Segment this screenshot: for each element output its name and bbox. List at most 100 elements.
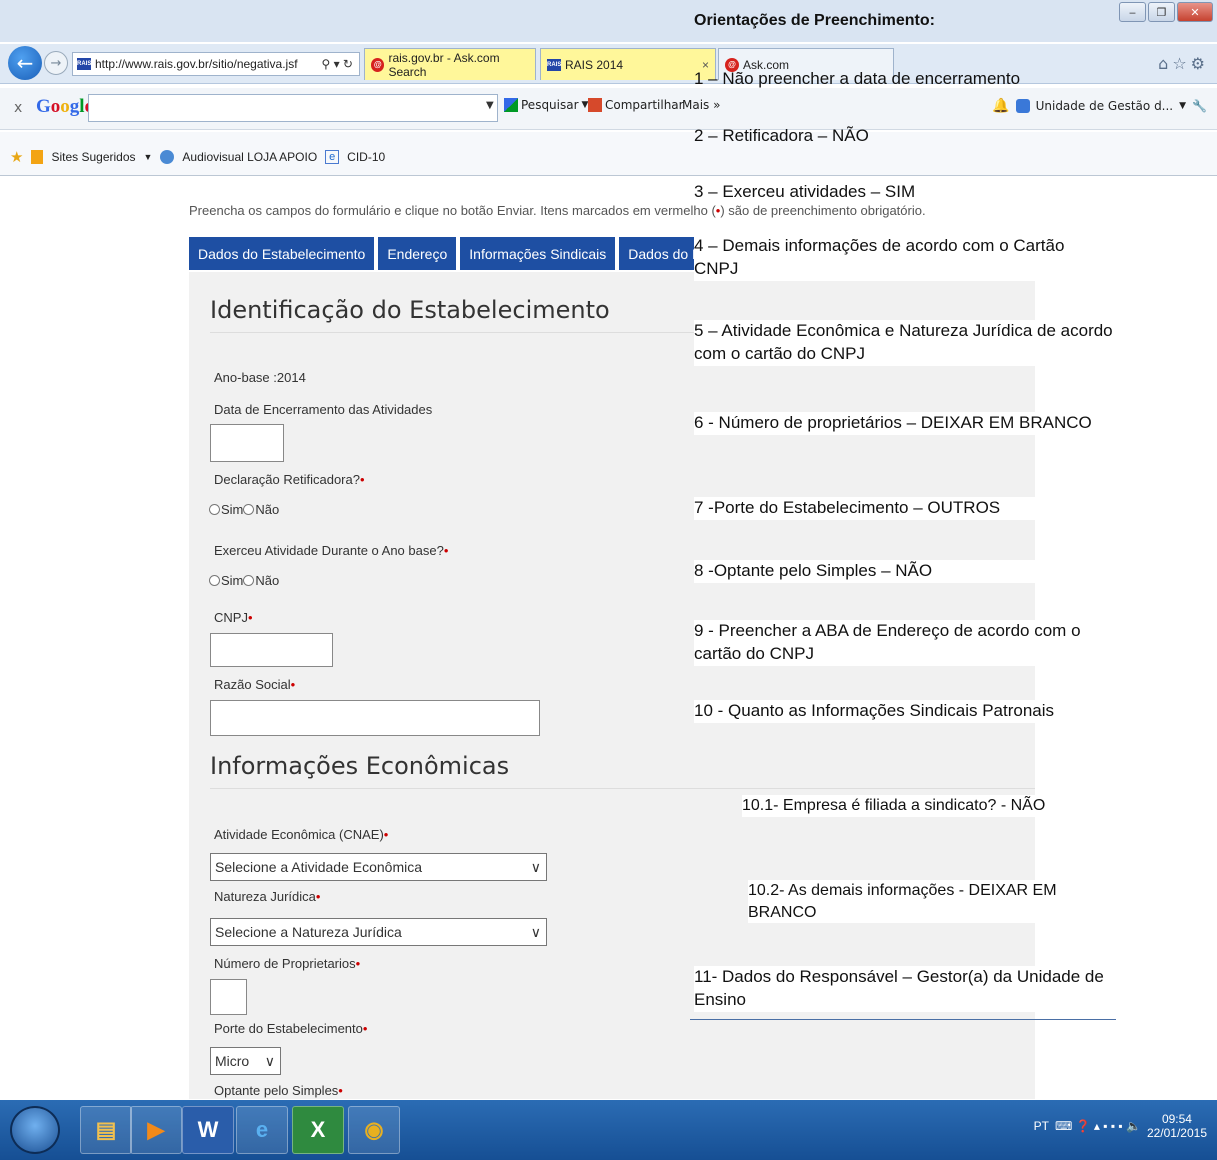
cnpj-label: CNPJ• — [214, 610, 253, 625]
start-button[interactable] — [10, 1106, 60, 1154]
browser-tab-ask-search[interactable]: @ rais.gov.br - Ask.com Search — [364, 48, 536, 80]
required-mark: • — [383, 827, 389, 842]
required-mark: • — [359, 472, 365, 487]
bing-icon — [31, 150, 44, 164]
dropdown-caret-icon[interactable]: ▼ — [486, 100, 494, 111]
required-mark: • — [338, 1083, 343, 1098]
radio-sim-label: Sim — [221, 502, 244, 517]
retificadora-nao-radio[interactable] — [243, 504, 255, 515]
cid-link[interactable]: CID-10 — [347, 150, 385, 164]
search-refresh-icon[interactable]: ⚲ ▾ ↻ — [321, 57, 353, 71]
mais-button[interactable]: Mais » — [682, 98, 720, 112]
natureza-select[interactable]: Selecione a Natureza Jurídica ∨ — [210, 918, 547, 946]
notes-divider — [690, 1019, 1116, 1020]
note-item: 10 - Quanto as Informações Sindicais Pat… — [694, 700, 1074, 723]
porte-selected-value: Micro — [215, 1053, 250, 1069]
person-icon — [1015, 99, 1030, 113]
audiovisual-link[interactable]: Audiovisual LOJA APOIO — [182, 150, 317, 164]
bell-icon[interactable]: 🔔 — [992, 98, 1009, 114]
pesquisar-button[interactable]: Pesquisar ▼ — [504, 98, 588, 112]
browser-tab-label: rais.gov.br - Ask.com Search — [388, 50, 500, 79]
porte-text: Porte do Estabelecimento — [214, 1021, 363, 1036]
retificadora-sim-radio[interactable] — [209, 504, 220, 515]
browser-tab-rais[interactable]: RAIS RAIS 2014 × — [540, 48, 716, 80]
exerceu-label: Exerceu Atividade Durante o Ano base?• — [214, 543, 448, 558]
minimize-button[interactable]: ‒ — [1119, 2, 1146, 22]
rais-favicon-icon: RAIS — [547, 58, 561, 71]
exerceu-nao-radio[interactable] — [243, 575, 255, 586]
close-window-button[interactable]: ✕ — [1177, 2, 1213, 22]
simples-text: Optante pelo Simples — [214, 1083, 339, 1098]
retificadora-label: Declaração Retificadora?• — [214, 472, 365, 487]
note-item: 10.2- As demais informações - DEIXAR EM … — [748, 880, 1128, 924]
compartilhar-label: Compartilhar — [605, 98, 684, 112]
proprietarios-field[interactable] — [210, 979, 247, 1015]
google-account-area[interactable]: 🔔 Unidade de Gestão d... ▼ 🔧 — [992, 98, 1207, 114]
required-mark: • — [290, 677, 296, 692]
compartilhar-button[interactable]: Compartilhar — [588, 98, 684, 112]
porte-select[interactable]: Micro ∨ — [210, 1047, 281, 1075]
required-mark: • — [247, 610, 253, 625]
audiovisual-icon — [160, 150, 175, 164]
chrome-icon[interactable]: ◉ — [348, 1106, 400, 1154]
required-mark: • — [355, 956, 361, 971]
cnpj-text: CNPJ — [214, 610, 248, 625]
tray-icons[interactable]: ⌨ ❓ ▴ ▪ ▪ ▪ 🔈 — [1055, 1119, 1141, 1133]
exerceu-radio-group: Sim Não — [209, 573, 279, 588]
google-logo: Google — [36, 96, 93, 117]
exerceu-sim-radio[interactable] — [209, 575, 220, 586]
razao-text: Razão Social — [214, 677, 291, 692]
sites-sugeridos-link[interactable]: Sites Sugeridos — [51, 150, 135, 164]
atividade-select[interactable]: Selecione a Atividade Econômica ∨ — [210, 853, 547, 881]
address-bar[interactable]: RAIS http://www.rais.gov.br/sitio/negati… — [72, 52, 360, 76]
browser-tab-label: RAIS 2014 — [565, 57, 624, 72]
internet-explorer-icon[interactable]: e — [236, 1106, 288, 1154]
note-item: 9 - Preencher a ABA de Endereço de acord… — [694, 620, 1124, 666]
natureza-label: Natureza Jurídica• — [214, 889, 320, 904]
atividade-label: Atividade Econômica (CNAE)• — [214, 827, 388, 842]
data-encerramento-label: Data de Encerramento das Atividades — [214, 402, 433, 417]
note-item: 5 – Atividade Econômica e Natureza Juríd… — [694, 320, 1124, 366]
clock-time: 09:54 — [1161, 1112, 1192, 1126]
note-item: 11- Dados do Responsável – Gestor(a) da … — [694, 966, 1124, 1012]
word-icon[interactable]: W — [182, 1106, 234, 1154]
data-encerramento-field[interactable] — [210, 424, 284, 462]
window-titlebar — [0, 0, 1217, 42]
maximize-button[interactable]: ❐ — [1148, 2, 1175, 22]
language-indicator[interactable]: PT — [1034, 1119, 1049, 1133]
exerceu-text: Exerceu Atividade Durante o Ano base? — [214, 543, 444, 558]
instructions-text-end: ) são de preenchimento obrigatório. — [720, 203, 926, 218]
razao-social-field[interactable] — [210, 700, 540, 736]
section-title-identificacao: Identificação do Estabelecimento — [210, 296, 610, 324]
close-toolbar-icon[interactable]: x — [14, 100, 22, 116]
section-title-economicas: Informações Econômicas — [210, 752, 510, 780]
wrench-icon[interactable]: 🔧 — [1192, 99, 1207, 113]
ano-base-label: Ano-base :2014 — [214, 370, 306, 385]
porte-label: Porte do Estabelecimento• — [214, 1021, 367, 1036]
form-instructions: Preencha os campos do formulário e cliqu… — [189, 203, 926, 218]
tab-dados-estabelecimento[interactable]: Dados do Estabelecimento — [189, 237, 375, 270]
note-item: 3 – Exerceu atividades – SIM — [694, 182, 916, 201]
required-mark: • — [443, 543, 449, 558]
proprietarios-label: Número de Proprietarios• — [214, 956, 360, 971]
excel-icon[interactable]: X — [292, 1106, 344, 1154]
cnpj-field[interactable] — [210, 633, 333, 667]
mais-label: Mais » — [682, 98, 721, 112]
atividade-selected-value: Selecione a Atividade Econômica — [215, 859, 423, 875]
clock[interactable]: 09:54 22/01/2015 — [1147, 1112, 1207, 1141]
address-url: http://www.rais.gov.br/sitio/negativa.js… — [95, 57, 298, 71]
natureza-text: Natureza Jurídica — [214, 889, 316, 904]
home-star-gear-icons[interactable]: ⌂☆⚙ — [1158, 54, 1209, 73]
pesquisar-label: Pesquisar — [521, 98, 579, 112]
forward-button[interactable]: → — [44, 51, 68, 75]
tab-endereco[interactable]: Endereço — [378, 237, 457, 270]
media-player-icon[interactable]: ▶ — [130, 1106, 182, 1154]
note-item: 1 – Não preencher a data de encerramento — [694, 69, 1021, 88]
radio-sim-label: Sim — [221, 573, 244, 588]
favorites-star-icon[interactable]: ★ — [10, 148, 23, 166]
file-explorer-icon[interactable]: ▤ — [80, 1106, 132, 1154]
tab-informacoes-sindicais[interactable]: Informações Sindicais — [460, 237, 616, 270]
back-button[interactable]: ← — [8, 46, 42, 80]
google-search-input[interactable] — [88, 94, 498, 122]
retificadora-text: Declaração Retificadora? — [214, 472, 360, 487]
